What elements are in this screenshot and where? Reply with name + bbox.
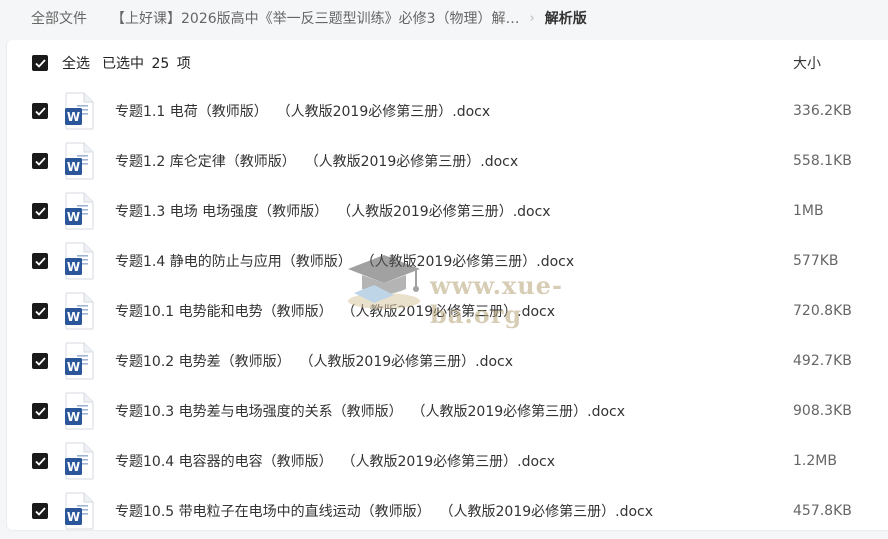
row-checkbox[interactable] bbox=[32, 303, 48, 319]
select-all-checkbox[interactable] bbox=[32, 55, 48, 71]
table-row[interactable]: W 专题10.4 电容器的电容（教师版） （人教版2019必修第三册）.docx… bbox=[7, 436, 888, 486]
svg-text:W: W bbox=[67, 360, 80, 374]
file-name[interactable]: 专题10.2 电势差（教师版） （人教版2019必修第三册）.docx bbox=[115, 351, 513, 371]
checkmark-icon bbox=[34, 156, 46, 166]
svg-text:W: W bbox=[67, 460, 80, 474]
file-size: 577KB bbox=[793, 253, 839, 269]
word-doc-icon: W bbox=[65, 142, 94, 180]
breadcrumb-root[interactable]: 全部文件 bbox=[31, 8, 87, 28]
table-row[interactable]: W 专题1.1 电荷（教师版） （人教版2019必修第三册）.docx 336.… bbox=[7, 86, 888, 136]
select-all-label[interactable]: 全选 bbox=[62, 53, 90, 73]
checkmark-icon bbox=[34, 206, 46, 216]
file-size: 720.8KB bbox=[793, 303, 852, 319]
svg-text:W: W bbox=[67, 160, 80, 174]
word-doc-icon: W bbox=[65, 92, 94, 130]
breadcrumb-separator: › bbox=[529, 10, 535, 26]
table-row[interactable]: W 专题10.5 带电粒子在电场中的直线运动（教师版） （人教版2019必修第三… bbox=[7, 486, 888, 530]
svg-text:W: W bbox=[67, 210, 80, 224]
file-size: 908.3KB bbox=[793, 403, 852, 419]
breadcrumb-current: 解析版 bbox=[544, 11, 587, 27]
word-doc-icon: W bbox=[65, 492, 94, 530]
list-header: 全选 已选中 25 项 大小 bbox=[7, 40, 888, 86]
word-doc-icon: W bbox=[65, 392, 94, 430]
table-row[interactable]: W 专题10.3 电势差与电场强度的关系（教师版） （人教版2019必修第三册）… bbox=[7, 386, 888, 436]
breadcrumb-folder[interactable]: 【上好课】2026版高中《举一反三题型训练》必修3（物理）解… bbox=[111, 8, 520, 28]
file-name[interactable]: 专题10.4 电容器的电容（教师版） （人教版2019必修第三册）.docx bbox=[115, 451, 555, 471]
table-row[interactable]: W 专题1.2 库仑定律（教师版） （人教版2019必修第三册）.docx 55… bbox=[7, 136, 888, 186]
svg-text:W: W bbox=[67, 260, 80, 274]
svg-text:W: W bbox=[67, 110, 80, 124]
word-doc-icon: W bbox=[65, 442, 94, 480]
svg-text:W: W bbox=[67, 410, 80, 424]
size-column-header[interactable]: 大小 bbox=[793, 53, 821, 73]
checkmark-icon bbox=[34, 306, 46, 316]
word-doc-icon: W bbox=[65, 342, 94, 380]
watermark: www.xue-ba.org bbox=[340, 245, 640, 329]
svg-text:W: W bbox=[67, 510, 80, 524]
graduation-cap-icon bbox=[348, 255, 420, 309]
row-checkbox[interactable] bbox=[32, 403, 48, 419]
file-size: 1MB bbox=[793, 203, 824, 219]
row-checkbox[interactable] bbox=[32, 353, 48, 369]
checkmark-icon bbox=[34, 106, 46, 116]
checkmark-icon bbox=[34, 406, 46, 416]
svg-text:W: W bbox=[67, 310, 80, 324]
word-doc-icon: W bbox=[65, 242, 94, 280]
checkmark-icon bbox=[34, 456, 46, 466]
watermark-text: www.xue-ba.org bbox=[430, 271, 563, 329]
checkmark-icon bbox=[34, 58, 46, 68]
file-size: 558.1KB bbox=[793, 153, 852, 169]
word-doc-icon: W bbox=[65, 192, 94, 230]
file-size: 457.8KB bbox=[793, 503, 852, 519]
file-size: 336.2KB bbox=[793, 103, 852, 119]
file-size: 492.7KB bbox=[793, 353, 852, 369]
file-name[interactable]: 专题1.2 库仑定律（教师版） （人教版2019必修第三册）.docx bbox=[115, 151, 518, 171]
table-row[interactable]: W 专题10.2 电势差（教师版） （人教版2019必修第三册）.docx 49… bbox=[7, 336, 888, 386]
row-checkbox[interactable] bbox=[32, 453, 48, 469]
file-name[interactable]: 专题10.3 电势差与电场强度的关系（教师版） （人教版2019必修第三册）.d… bbox=[115, 401, 625, 421]
file-name[interactable]: 专题1.3 电场 电场强度（教师版） （人教版2019必修第三册）.docx bbox=[115, 201, 551, 221]
row-checkbox[interactable] bbox=[32, 203, 48, 219]
row-checkbox[interactable] bbox=[32, 103, 48, 119]
row-checkbox[interactable] bbox=[32, 253, 48, 269]
checkmark-icon bbox=[34, 356, 46, 366]
file-name[interactable]: 专题1.1 电荷（教师版） （人教版2019必修第三册）.docx bbox=[115, 101, 490, 121]
checkmark-icon bbox=[34, 506, 46, 516]
word-doc-icon: W bbox=[65, 292, 94, 330]
table-row[interactable]: W 专题1.3 电场 电场强度（教师版） （人教版2019必修第三册）.docx… bbox=[7, 186, 888, 236]
breadcrumb: 全部文件 【上好课】2026版高中《举一反三题型训练》必修3（物理）解… › 解… bbox=[0, 0, 888, 36]
row-checkbox[interactable] bbox=[32, 153, 48, 169]
file-name[interactable]: 专题10.5 带电粒子在电场中的直线运动（教师版） （人教版2019必修第三册）… bbox=[115, 501, 653, 521]
row-checkbox[interactable] bbox=[32, 503, 48, 519]
checkmark-icon bbox=[34, 256, 46, 266]
selected-count: 已选中 25 项 bbox=[102, 56, 191, 72]
file-size: 1.2MB bbox=[793, 453, 837, 469]
